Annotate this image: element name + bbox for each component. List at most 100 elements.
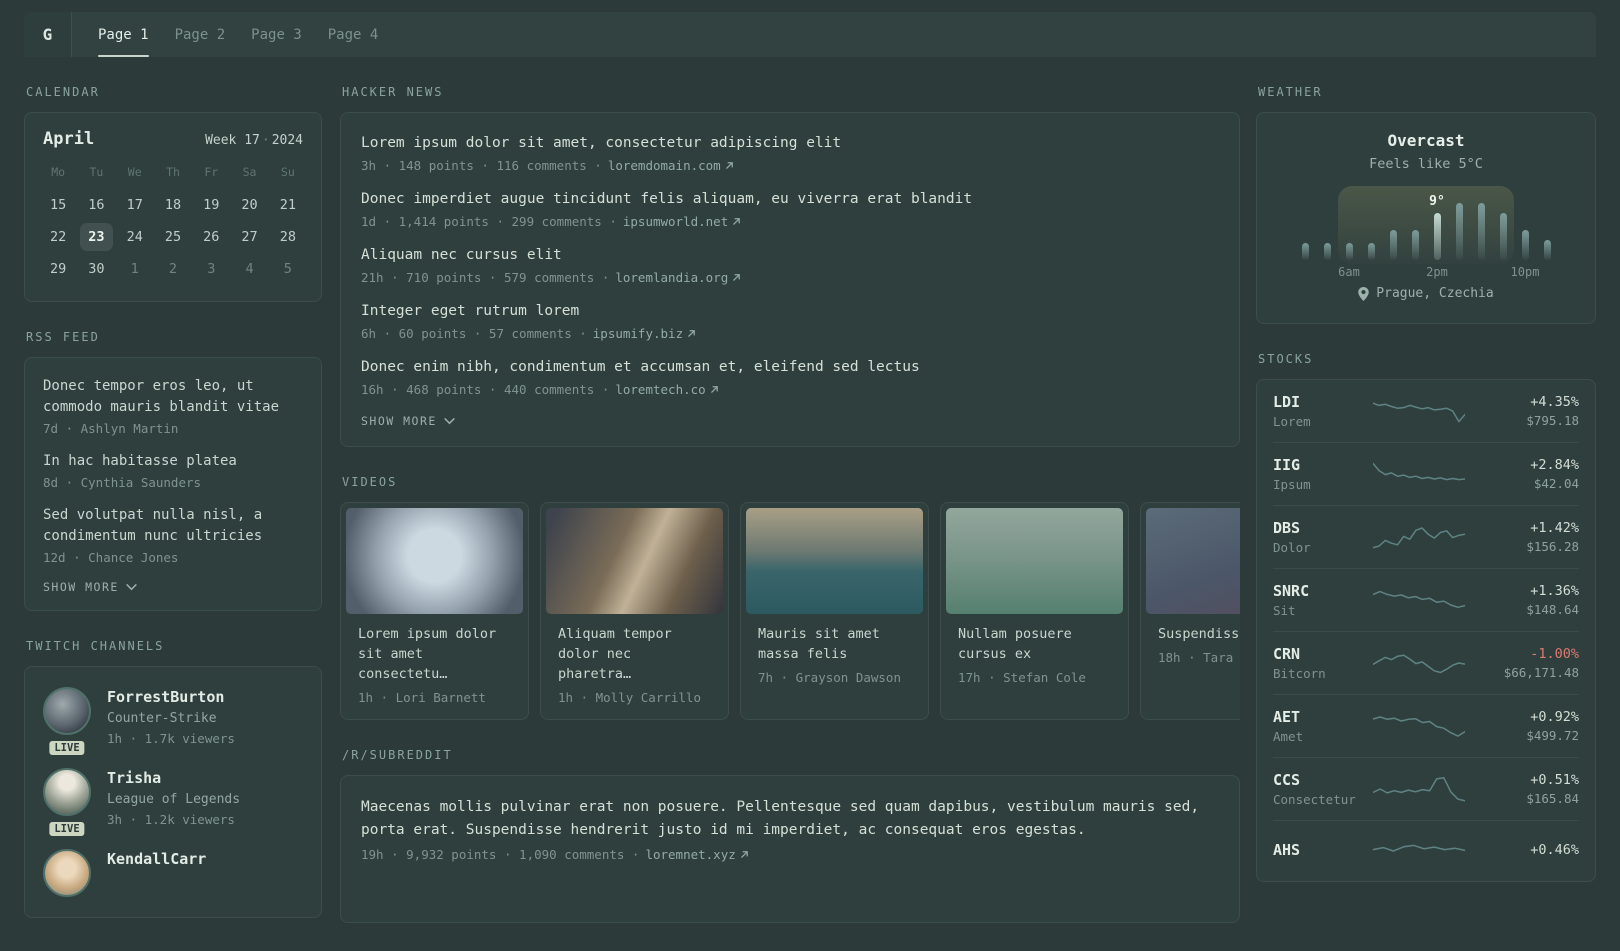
calendar-day: 4: [245, 261, 254, 277]
stock-symbol: DBS: [1273, 519, 1301, 537]
stock-values: +4.35% $795.18: [1469, 394, 1579, 428]
story-title[interactable]: Donec imperdiet augue tincidunt felis al…: [361, 189, 1219, 210]
calendar-day: 1: [130, 261, 139, 277]
rss-show-more-button[interactable]: SHOW MORE: [43, 580, 303, 594]
story-title[interactable]: Integer eget rutrum lorem: [361, 301, 1219, 322]
rss-header: RSS FEED: [26, 330, 100, 344]
video-thumbnail[interactable]: [946, 508, 1123, 614]
stock-values: +1.42% $156.28: [1469, 520, 1579, 554]
calendar-day: 17: [126, 197, 143, 213]
video-body: Mauris sit amet massa felis 7h · Grayson…: [746, 614, 923, 699]
stock-price: $66,171.48: [1503, 665, 1579, 680]
video-meta: 7h · Grayson Dawson: [758, 670, 901, 685]
stock-sparkline: [1369, 646, 1469, 680]
app-logo[interactable]: G: [24, 12, 72, 57]
calendar-day: 2: [168, 261, 178, 277]
video-thumbnail[interactable]: [546, 508, 723, 614]
hackernews-show-more-button[interactable]: SHOW MORE: [361, 414, 1219, 428]
story-title[interactable]: Aliquam nec cursus elit: [361, 245, 1219, 266]
separator-dot: ·: [261, 133, 270, 148]
avatar-wrap: LIVE: [43, 768, 91, 838]
nav-tab-page-4[interactable]: Page 4: [328, 12, 379, 57]
stock-price: $156.28: [1526, 539, 1579, 554]
video-body: Nullam posuere cursus ex 17h · Stefan Co…: [946, 614, 1123, 699]
calendar-day: 3: [207, 261, 216, 277]
story-domain-link[interactable]: ipsumify.biz: [593, 326, 696, 341]
stock-values: +0.51% $165.84: [1469, 772, 1579, 806]
twitch-channel-row[interactable]: KendallCarr: [43, 849, 303, 897]
video-meta: 1h · Lori Barnett: [358, 690, 486, 705]
channel-info: KendallCarr: [107, 849, 206, 897]
video-card: Lorem ipsum dolor sit amet consectetu… 1…: [340, 502, 529, 720]
story-domain: loremdomain.com: [607, 158, 721, 173]
story-domain: loremtech.co: [615, 382, 706, 397]
post-title[interactable]: Maecenas mollis pulvinar erat non posuer…: [361, 796, 1219, 842]
nav-tab-page-1[interactable]: Page 1: [98, 12, 149, 57]
hackernews-section: HACKER NEWS Lorem ipsum dolor sit amet, …: [340, 85, 1240, 447]
weather-bar: [1301, 243, 1309, 260]
stock-row: CCS Consectetur +0.51% $165.84: [1273, 757, 1579, 820]
video-title[interactable]: Suspendisse diam: [1158, 624, 1240, 644]
video-title[interactable]: Aliquam tempor dolor nec pharetra…: [558, 624, 711, 684]
channel-info: ForrestBurton Counter-Strike 1h · 1.7k v…: [107, 687, 235, 748]
story-domain: loremlandia.org: [615, 270, 729, 285]
story-title[interactable]: Donec enim nibh, condimentum et accumsan…: [361, 357, 1219, 378]
post-domain-link[interactable]: loremnet.xyz: [645, 847, 748, 862]
weather-location-row: Prague, Czechia: [1273, 286, 1579, 301]
videos-carousel[interactable]: Lorem ipsum dolor sit amet consectetu… 1…: [340, 502, 1240, 720]
channel-name: KendallCarr: [107, 850, 207, 868]
twitch-channel-row[interactable]: LIVE ForrestBurton Counter-Strike 1h · 1…: [43, 687, 303, 757]
rss-section: RSS FEED Donec tempor eros leo, ut commo…: [24, 330, 322, 611]
rss-item-title[interactable]: In hac habitasse platea: [43, 451, 303, 472]
story-domain-link[interactable]: loremtech.co: [615, 382, 718, 397]
weather-bar: [1345, 243, 1353, 260]
calendar-day: 25: [164, 229, 182, 245]
story-title[interactable]: Lorem ipsum dolor sit amet, consectetur …: [361, 133, 1219, 154]
calendar-day: 20: [241, 197, 258, 213]
weather-header: WEATHER: [1258, 85, 1323, 99]
twitch-channel-row[interactable]: LIVE Trisha League of Legends 3h · 1.2k …: [43, 768, 303, 838]
video-title[interactable]: Mauris sit amet massa felis: [758, 624, 911, 664]
post-meta: 19h · 9,932 points · 1,090 comments · lo…: [361, 847, 1219, 862]
story-stats: 21h · 710 points · 579 comments ·: [361, 270, 610, 285]
video-thumbnail[interactable]: [746, 508, 923, 614]
story-stats: 6h · 60 points · 57 comments ·: [361, 326, 587, 341]
calendar-week-year: Week 17 · 2024: [205, 133, 303, 148]
avatar: [43, 687, 91, 735]
story-domain-link[interactable]: loremdomain.com: [608, 158, 734, 173]
stocks-section: STOCKS LDI Lorem +4.35% $795.18 IIG Ipsum +…: [1256, 352, 1596, 882]
time-label: 10pm: [1510, 265, 1540, 279]
post-domain: loremnet.xyz: [645, 847, 736, 862]
weather-condition: Overcast: [1387, 131, 1465, 150]
calendar-day: 5: [283, 261, 292, 277]
video-thumbnail[interactable]: [1146, 508, 1240, 614]
stock-row: DBS Dolor +1.42% $156.28: [1273, 505, 1579, 568]
external-link-icon: [733, 274, 741, 281]
time-label: 2pm: [1426, 265, 1448, 279]
videos-header: VIDEOS: [342, 475, 398, 489]
stock-change: +1.36%: [1530, 583, 1579, 599]
rss-item-title[interactable]: Donec tempor eros leo, ut commodo mauris…: [43, 376, 303, 418]
weather-bar: [1477, 203, 1485, 260]
stock-change: +1.42%: [1530, 520, 1579, 536]
main-content: CALENDAR April Week 17 · 2024 Mo Tu We Th Fr Sa…: [0, 57, 1620, 951]
nav-tab-page-3[interactable]: Page 3: [251, 12, 302, 57]
story-domain-link[interactable]: ipsumworld.net: [623, 214, 741, 229]
story-domain-link[interactable]: loremlandia.org: [615, 270, 741, 285]
story-stats: 1d · 1,414 points · 299 comments ·: [361, 214, 617, 229]
time-label: 6am: [1338, 265, 1360, 279]
stock-row: CRN Bitcorn -1.00% $66,171.48: [1273, 631, 1579, 694]
stock-price: $148.64: [1526, 602, 1579, 617]
rss-item-title[interactable]: Sed volutpat nulla nisl, a condimentum n…: [43, 505, 303, 547]
stock-change: +4.35%: [1530, 394, 1579, 410]
video-title[interactable]: Nullam posuere cursus ex: [958, 624, 1111, 664]
weather-bar: [1389, 230, 1397, 260]
video-title[interactable]: Lorem ipsum dolor sit amet consectetu…: [358, 624, 511, 684]
rss-widget: Donec tempor eros leo, ut commodo mauris…: [24, 357, 322, 611]
calendar-day: 16: [88, 197, 105, 213]
nav-tab-page-2[interactable]: Page 2: [175, 12, 226, 57]
video-thumbnail[interactable]: [346, 508, 523, 614]
weather-bar: [1411, 230, 1419, 260]
weather-bar: [1499, 213, 1507, 260]
external-link-icon: [725, 162, 733, 169]
